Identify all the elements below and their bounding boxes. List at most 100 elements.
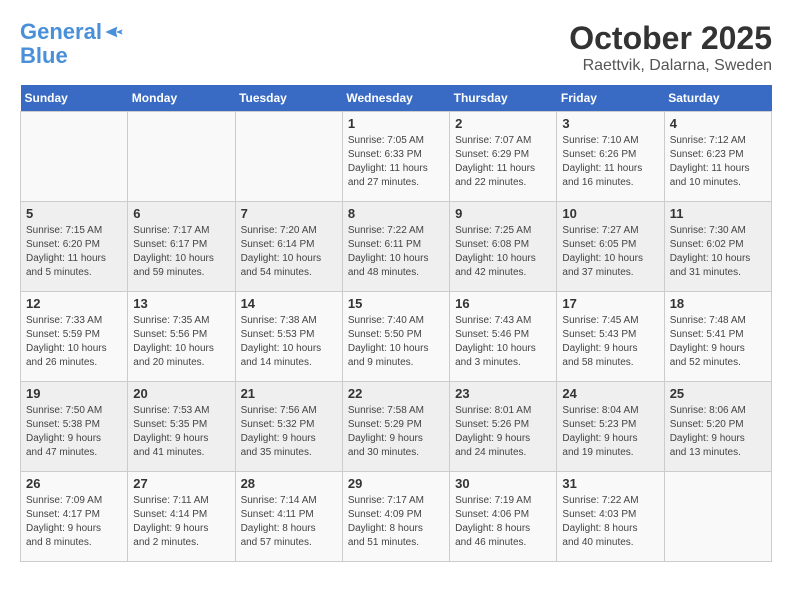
calendar-table: SundayMondayTuesdayWednesdayThursdayFrid… xyxy=(20,85,772,562)
calendar-cell: 3Sunrise: 7:10 AM Sunset: 6:26 PM Daylig… xyxy=(557,112,664,202)
weekday-header: Wednesday xyxy=(342,85,449,112)
day-info: Sunrise: 7:33 AM Sunset: 5:59 PM Dayligh… xyxy=(26,314,122,370)
day-number: 14 xyxy=(241,296,337,311)
calendar-cell xyxy=(21,112,128,202)
day-info: Sunrise: 7:12 AM Sunset: 6:23 PM Dayligh… xyxy=(670,134,766,190)
calendar-week-row: 5 Sunrise: 7:15 AM Sunset: 6:20 PM Daylig… xyxy=(21,202,772,292)
day-number: 27 xyxy=(133,476,229,491)
day-info: Sunrise: 7:17 AM Sunset: 4:09 PM Dayligh… xyxy=(348,494,444,550)
day-info: Sunrise: 7:48 AM Sunset: 5:41 PM Dayligh… xyxy=(670,314,766,370)
day-info: Sunrise: 7:53 AM Sunset: 5:35 PM Dayligh… xyxy=(133,404,229,460)
calendar-cell: 20 Sunrise: 7:53 AM Sunset: 5:35 PM Dayli… xyxy=(128,382,235,472)
weekday-header: Tuesday xyxy=(235,85,342,112)
day-info: Sunrise: 8:06 AM Sunset: 5:20 PM Dayligh… xyxy=(670,404,766,460)
calendar-cell: 10 Sunrise: 7:27 AM Sunset: 6:05 PM Dayli… xyxy=(557,202,664,292)
day-info: Sunrise: 7:09 AM Sunset: 4:17 PM Dayligh… xyxy=(26,494,122,550)
day-number: 22 xyxy=(348,386,444,401)
day-info: Sunrise: 7:20 AM Sunset: 6:14 PM Dayligh… xyxy=(241,224,337,280)
calendar-cell: 27 Sunrise: 7:11 AM Sunset: 4:14 PM Dayli… xyxy=(128,472,235,562)
month-title: October 2025 xyxy=(569,20,772,57)
calendar-cell: 5 Sunrise: 7:15 AM Sunset: 6:20 PM Daylig… xyxy=(21,202,128,292)
day-info: Sunrise: 7:19 AM Sunset: 4:06 PM Dayligh… xyxy=(455,494,551,550)
day-number: 16 xyxy=(455,296,551,311)
day-number: 28 xyxy=(241,476,337,491)
day-number: 10 xyxy=(562,206,658,221)
logo-text: General xyxy=(20,20,102,44)
weekday-header: Thursday xyxy=(450,85,557,112)
day-info: Sunrise: 7:38 AM Sunset: 5:53 PM Dayligh… xyxy=(241,314,337,370)
day-info: Sunrise: 7:11 AM Sunset: 4:14 PM Dayligh… xyxy=(133,494,229,550)
day-number: 7 xyxy=(241,206,337,221)
day-number: 8 xyxy=(348,206,444,221)
day-info: Sunrise: 7:35 AM Sunset: 5:56 PM Dayligh… xyxy=(133,314,229,370)
calendar-cell: 6Sunrise: 7:17 AM Sunset: 6:17 PM Daylig… xyxy=(128,202,235,292)
calendar-cell: 18 Sunrise: 7:48 AM Sunset: 5:41 PM Dayli… xyxy=(664,292,771,382)
weekday-header: Friday xyxy=(557,85,664,112)
calendar-cell: 13 Sunrise: 7:35 AM Sunset: 5:56 PM Dayli… xyxy=(128,292,235,382)
day-number: 26 xyxy=(26,476,122,491)
location-subtitle: Raettvik, Dalarna, Sweden xyxy=(569,57,772,75)
calendar-cell: 21 Sunrise: 7:56 AM Sunset: 5:32 PM Dayli… xyxy=(235,382,342,472)
page-header: General Blue October 2025 Raettvik, Dala… xyxy=(20,20,772,75)
day-info: Sunrise: 7:15 AM Sunset: 6:20 PM Dayligh… xyxy=(26,224,122,280)
day-number: 18 xyxy=(670,296,766,311)
day-info: Sunrise: 7:27 AM Sunset: 6:05 PM Dayligh… xyxy=(562,224,658,280)
day-number: 5 xyxy=(26,206,122,221)
calendar-cell: 22 Sunrise: 7:58 AM Sunset: 5:29 PM Dayli… xyxy=(342,382,449,472)
day-info: Sunrise: 7:22 AM Sunset: 6:11 PM Dayligh… xyxy=(348,224,444,280)
calendar-cell: 31 Sunrise: 7:22 AM Sunset: 4:03 PM Dayli… xyxy=(557,472,664,562)
day-number: 15 xyxy=(348,296,444,311)
calendar-cell: 1 Sunrise: 7:05 AM Sunset: 6:33 PM Daylig… xyxy=(342,112,449,202)
weekday-header: Saturday xyxy=(664,85,771,112)
day-number: 23 xyxy=(455,386,551,401)
calendar-cell: 7 Sunrise: 7:20 AM Sunset: 6:14 PM Daylig… xyxy=(235,202,342,292)
weekday-header: Monday xyxy=(128,85,235,112)
day-info: Sunrise: 7:05 AM Sunset: 6:33 PM Dayligh… xyxy=(348,134,444,190)
day-number: 21 xyxy=(241,386,337,401)
day-info: Sunrise: 7:43 AM Sunset: 5:46 PM Dayligh… xyxy=(455,314,551,370)
day-info: Sunrise: 8:04 AM Sunset: 5:23 PM Dayligh… xyxy=(562,404,658,460)
day-number: 24 xyxy=(562,386,658,401)
day-info: Sunrise: 7:07 AM Sunset: 6:29 PM Dayligh… xyxy=(455,134,551,190)
day-info: Sunrise: 7:14 AM Sunset: 4:11 PM Dayligh… xyxy=(241,494,337,550)
day-info: Sunrise: 7:56 AM Sunset: 5:32 PM Dayligh… xyxy=(241,404,337,460)
calendar-week-row: 1 Sunrise: 7:05 AM Sunset: 6:33 PM Daylig… xyxy=(21,112,772,202)
weekday-header-row: SundayMondayTuesdayWednesdayThursdayFrid… xyxy=(21,85,772,112)
day-number: 2 xyxy=(455,116,551,131)
calendar-cell: 25Sunrise: 8:06 AM Sunset: 5:20 PM Dayli… xyxy=(664,382,771,472)
day-number: 31 xyxy=(562,476,658,491)
calendar-cell: 2 Sunrise: 7:07 AM Sunset: 6:29 PM Daylig… xyxy=(450,112,557,202)
day-number: 17 xyxy=(562,296,658,311)
day-info: Sunrise: 7:58 AM Sunset: 5:29 PM Dayligh… xyxy=(348,404,444,460)
day-number: 29 xyxy=(348,476,444,491)
calendar-week-row: 12 Sunrise: 7:33 AM Sunset: 5:59 PM Dayli… xyxy=(21,292,772,382)
day-number: 20 xyxy=(133,386,229,401)
calendar-cell: 29 Sunrise: 7:17 AM Sunset: 4:09 PM Dayli… xyxy=(342,472,449,562)
day-number: 19 xyxy=(26,386,122,401)
calendar-week-row: 26 Sunrise: 7:09 AM Sunset: 4:17 PM Dayli… xyxy=(21,472,772,562)
day-info: Sunrise: 7:10 AM Sunset: 6:26 PM Dayligh… xyxy=(562,134,658,190)
day-info: Sunrise: 8:01 AM Sunset: 5:26 PM Dayligh… xyxy=(455,404,551,460)
day-number: 4 xyxy=(670,116,766,131)
day-number: 9 xyxy=(455,206,551,221)
calendar-cell: 30 Sunrise: 7:19 AM Sunset: 4:06 PM Dayli… xyxy=(450,472,557,562)
day-number: 13 xyxy=(133,296,229,311)
day-number: 1 xyxy=(348,116,444,131)
day-number: 30 xyxy=(455,476,551,491)
day-info: Sunrise: 7:50 AM Sunset: 5:38 PM Dayligh… xyxy=(26,404,122,460)
day-info: Sunrise: 7:25 AM Sunset: 6:08 PM Dayligh… xyxy=(455,224,551,280)
calendar-cell: 9 Sunrise: 7:25 AM Sunset: 6:08 PM Daylig… xyxy=(450,202,557,292)
day-info: Sunrise: 7:22 AM Sunset: 4:03 PM Dayligh… xyxy=(562,494,658,550)
weekday-header: Sunday xyxy=(21,85,128,112)
calendar-cell: 23 Sunrise: 8:01 AM Sunset: 5:26 PM Dayli… xyxy=(450,382,557,472)
calendar-cell: 12 Sunrise: 7:33 AM Sunset: 5:59 PM Dayli… xyxy=(21,292,128,382)
calendar-cell: 8 Sunrise: 7:22 AM Sunset: 6:11 PM Daylig… xyxy=(342,202,449,292)
calendar-cell: 24 Sunrise: 8:04 AM Sunset: 5:23 PM Dayli… xyxy=(557,382,664,472)
calendar-cell: 19 Sunrise: 7:50 AM Sunset: 5:38 PM Dayli… xyxy=(21,382,128,472)
calendar-week-row: 19 Sunrise: 7:50 AM Sunset: 5:38 PM Dayli… xyxy=(21,382,772,472)
calendar-cell: 28 Sunrise: 7:14 AM Sunset: 4:11 PM Dayli… xyxy=(235,472,342,562)
day-number: 11 xyxy=(670,206,766,221)
day-number: 12 xyxy=(26,296,122,311)
calendar-cell: 16 Sunrise: 7:43 AM Sunset: 5:46 PM Dayli… xyxy=(450,292,557,382)
logo-icon xyxy=(104,22,124,42)
